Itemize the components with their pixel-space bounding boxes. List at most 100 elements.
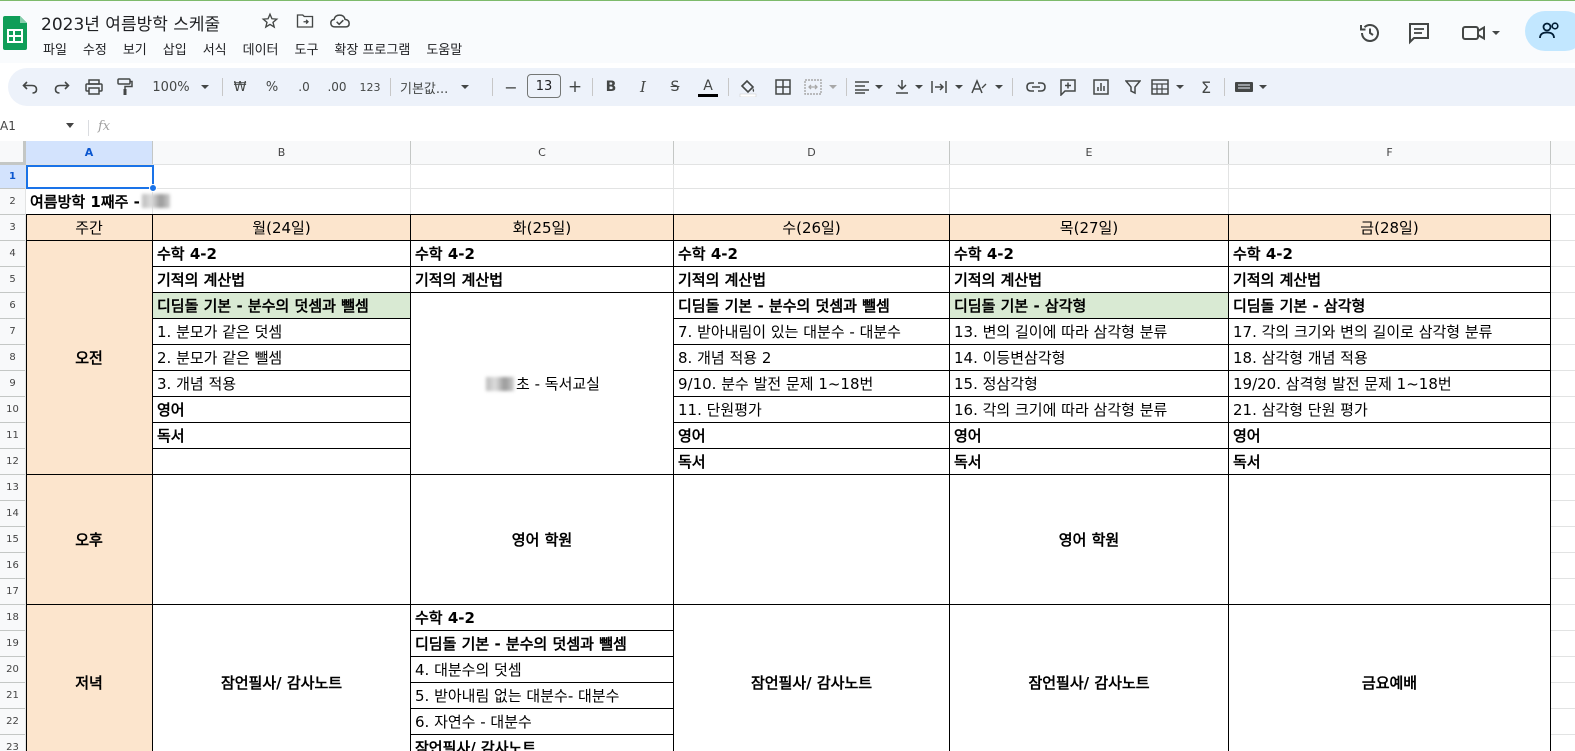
column-header-e[interactable]: E [950,141,1229,165]
text-rotation-icon[interactable] [970,75,1006,99]
thu_am-cell[interactable]: 디딤돌 기본 - 삼각형 [950,293,1229,319]
font-size-input[interactable]: 13 [527,74,561,98]
wed_am-cell[interactable]: 기적의 계산법 [674,267,950,293]
row-header-3[interactable]: 3 [0,215,26,241]
column-header-d[interactable]: D [674,141,950,165]
borders-icon[interactable] [772,75,794,99]
row-header-2[interactable]: 2 [0,189,26,215]
row-header-22[interactable]: 22 [0,709,26,735]
row-header-13[interactable]: 13 [0,475,26,501]
cloud-status-icon[interactable] [330,11,350,31]
menu-extensions[interactable]: 확장 프로그램 [326,37,418,60]
decrease-decimal-button[interactable]: .0 [292,75,316,99]
tue_am-cell[interactable]: 수학 4-2 [411,241,674,267]
header-cell-d[interactable]: 수(26일) [674,215,950,241]
document-title[interactable]: 2023년 여름방학 스케줄 [41,10,220,35]
column-header-b[interactable]: B [153,141,411,165]
number-format-button[interactable]: 123 [358,75,382,99]
column-header-extra[interactable] [1551,141,1575,165]
afternoon-mon[interactable] [153,475,411,605]
increase-decimal-button[interactable]: .00 [324,75,350,99]
row-header-17[interactable]: 17 [0,579,26,605]
filter-icon[interactable] [1122,75,1144,99]
row-header-20[interactable]: 20 [0,657,26,683]
evening-tue-cell[interactable]: 6. 자연수 - 대분수 [411,709,674,735]
chevron-down-icon[interactable] [66,123,74,128]
mon_am-cell[interactable]: 기적의 계산법 [153,267,411,293]
insert-comment-icon[interactable] [1057,75,1079,99]
insert-link-icon[interactable] [1025,75,1047,99]
font-select[interactable]: 기본값... [400,75,486,99]
row-header-1[interactable]: 1 [0,165,26,189]
afternoon-fri[interactable] [1229,475,1551,605]
evening-tue-cell[interactable]: 잠언필사/ 감사노트 [411,735,674,751]
wed_am-cell[interactable]: 8. 개념 적용 2 [674,345,950,371]
undo-icon[interactable] [20,75,40,99]
wed_am-cell[interactable]: 영어 [674,423,950,449]
wed_am-cell[interactable]: 11. 단원평가 [674,397,950,423]
italic-button[interactable]: I [633,75,653,99]
fri_am-cell[interactable]: 독서 [1229,449,1551,475]
share-button[interactable] [1525,11,1575,51]
fri_am-cell[interactable]: 19/20. 삼격형 발전 문제 1~18번 [1229,371,1551,397]
tue_am-cell[interactable]: 기적의 계산법 [411,267,674,293]
thu_am-cell[interactable]: 기적의 계산법 [950,267,1229,293]
fri_am-cell[interactable]: 21. 삼각형 단원 평가 [1229,397,1551,423]
afternoon-tue[interactable]: 영어 학원 [411,475,674,605]
fri_am-cell[interactable]: 디딤돌 기본 - 삼각형 [1229,293,1551,319]
period-evening[interactable]: 저녁 [26,605,153,751]
row-header-5[interactable]: 5 [0,267,26,293]
evening-tue-cell[interactable]: 4. 대분수의 덧셈 [411,657,674,683]
spreadsheet-grid[interactable]: A B C D E F 1 2 3 4 5 6 7 8 9 10 11 12 13 14 15 16 17 18 19 20 21 2… [0,141,1575,751]
menu-tools[interactable]: 도구 [287,37,327,60]
row-header-6[interactable]: 6 [0,293,26,319]
row-header-15[interactable]: 15 [0,527,26,553]
fri_am-cell[interactable]: 영어 [1229,423,1551,449]
row-header-14[interactable]: 14 [0,501,26,527]
merge-cells-icon[interactable] [804,75,840,99]
menu-view[interactable]: 보기 [115,37,155,60]
evening-tue-cell[interactable]: 디딤돌 기본 - 분수의 덧셈과 뺄셈 [411,631,674,657]
header-cell-f[interactable]: 금(28일) [1229,215,1551,241]
column-header-f[interactable]: F [1229,141,1551,165]
row-header-7[interactable]: 7 [0,319,26,345]
input-tools-icon[interactable] [1234,75,1270,99]
thu_am-cell[interactable]: 13. 변의 길이에 따라 삼각형 분류 [950,319,1229,345]
row-header-8[interactable]: 8 [0,345,26,371]
redo-icon[interactable] [52,75,72,99]
fill-color-icon[interactable] [736,75,760,99]
menu-format[interactable]: 서식 [195,37,235,60]
afternoon-thu[interactable]: 영어 학원 [950,475,1229,605]
mon_am-cell[interactable]: 디딤돌 기본 - 분수의 덧셈과 뺄셈 [153,293,411,319]
thu_am-cell[interactable]: 16. 각의 크기에 따라 삼각형 분류 [950,397,1229,423]
wed_am-cell[interactable]: 9/10. 분수 발전 문제 1~18번 [674,371,950,397]
header-cell-c[interactable]: 화(25일) [411,215,674,241]
evening-tue-cell[interactable]: 수학 4-2 [411,605,674,631]
afternoon-wed[interactable] [674,475,950,605]
vertical-align-icon[interactable] [894,75,926,99]
comments-icon[interactable] [1407,21,1431,45]
print-icon[interactable] [84,75,104,99]
mon_am-cell[interactable]: 2. 분모가 같은 뺄셈 [153,345,411,371]
column-header-c[interactable]: C [411,141,674,165]
text-color-button[interactable]: A [696,75,720,99]
row-header-23[interactable]: 23 [0,735,26,751]
star-icon[interactable] [260,11,280,31]
menu-data[interactable]: 데이터 [235,37,287,60]
functions-button[interactable]: Σ [1196,75,1216,99]
fri_am-cell[interactable]: 18. 삼각형 개념 적용 [1229,345,1551,371]
evening-wed[interactable]: 잠언필사/ 감사노트 [674,605,950,751]
version-history-icon[interactable] [1358,21,1382,45]
row-header-19[interactable]: 19 [0,631,26,657]
mon_am-cell[interactable] [153,449,411,475]
thu_am-cell[interactable]: 14. 이등변삼각형 [950,345,1229,371]
move-folder-icon[interactable] [295,11,315,31]
wed_am-cell[interactable]: 7. 받아내림이 있는 대분수 - 대분수 [674,319,950,345]
wed_am-cell[interactable]: 수학 4-2 [674,241,950,267]
sheets-logo-icon[interactable] [3,16,27,50]
menu-edit[interactable]: 수정 [75,37,115,60]
zoom-select[interactable]: 100% [146,75,216,99]
period-morning[interactable]: 오전 [26,241,153,475]
wed_am-cell[interactable]: 독서 [674,449,950,475]
mon_am-cell[interactable]: 3. 개념 적용 [153,371,411,397]
